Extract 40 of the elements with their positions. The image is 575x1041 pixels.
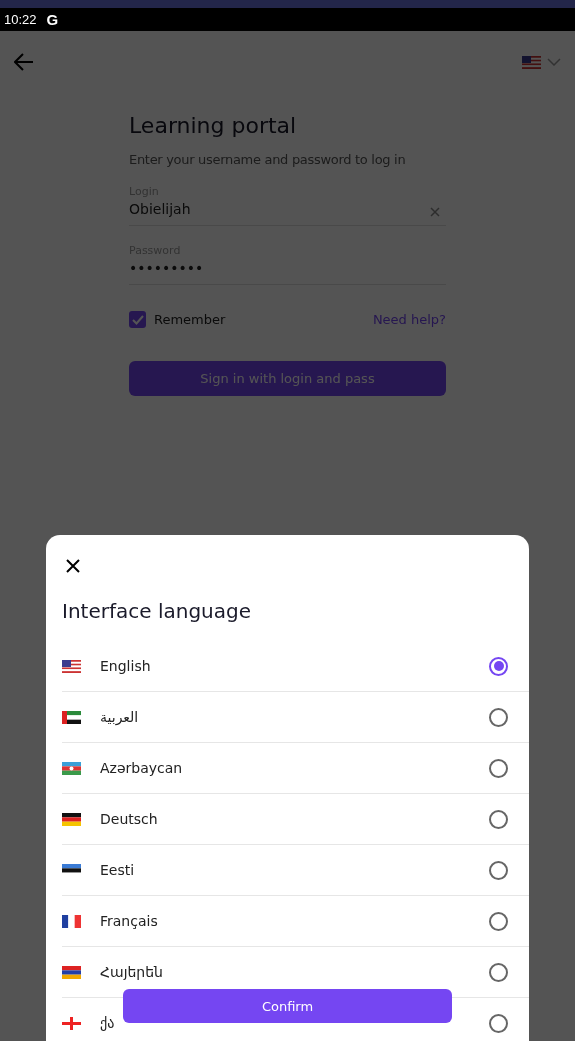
language-name: Azərbaycan [100,760,184,776]
flag-icon [62,914,81,928]
language-name: العربية [100,709,140,725]
radio-button[interactable] [489,962,508,982]
language-option[interactable]: Français [62,896,529,947]
page-subtitle: Enter your username and password to log in [129,152,407,167]
language-option[interactable]: Azərbaycan [62,743,529,794]
language-option[interactable]: Eesti [62,845,529,896]
language-name: Deutsch [100,811,159,827]
flag-icon [62,710,81,724]
language-name: English [100,658,152,674]
remember-label: Remember [154,312,226,327]
radio-button[interactable] [489,911,508,931]
flag-icon [522,55,541,69]
back-arrow-icon[interactable] [14,53,34,71]
flag-icon [62,1016,81,1030]
language-option[interactable]: English [62,641,529,692]
page-title: Learning portal [129,113,298,138]
language-name: Հայերեն [100,964,164,980]
close-button[interactable] [64,557,82,575]
language-name: Eesti [100,862,136,878]
radio-button[interactable] [489,758,508,778]
language-option[interactable]: Deutsch [62,794,529,845]
radio-button[interactable] [489,860,508,880]
language-name: ქა [100,1015,116,1031]
sheet-title: Interface language [62,599,252,623]
flag-icon [62,761,81,775]
app-notification-icon: G [46,11,59,28]
flag-icon [62,965,81,979]
remember-checkbox[interactable] [129,311,146,328]
language-name: Français [100,913,159,929]
status-time: 10:22 [4,12,37,27]
radio-button[interactable] [489,656,508,676]
radio-button[interactable] [489,707,508,727]
flag-icon [62,812,81,826]
language-option[interactable]: العربية [62,692,529,743]
radio-button[interactable] [489,1013,508,1033]
flag-icon [62,659,81,673]
radio-button[interactable] [489,809,508,829]
confirm-button[interactable]: Confirm [123,989,452,1023]
